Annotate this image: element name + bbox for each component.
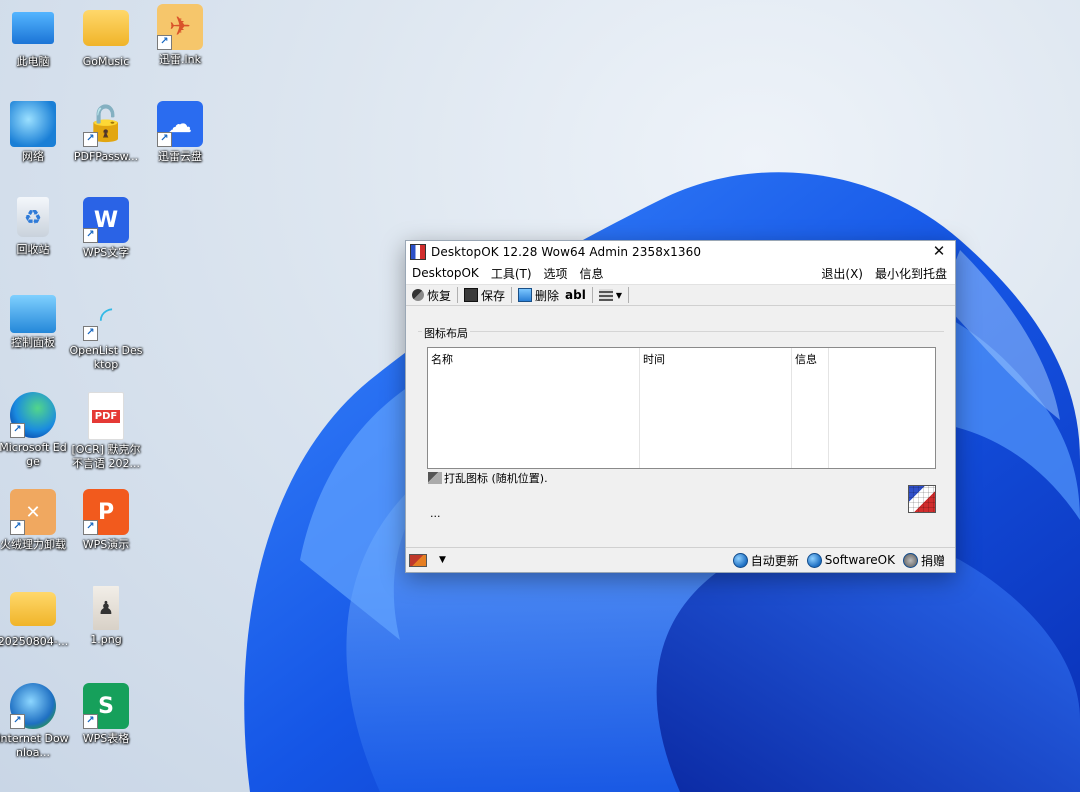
shortcut-arrow-icon: ↗	[10, 423, 25, 438]
desktop-icon-xunlei-cloud[interactable]: ☁ ↗ 迅雷云盘	[143, 101, 217, 164]
donate-link[interactable]: 捐赠	[902, 552, 945, 569]
edge-icon: ↗	[10, 392, 56, 438]
recycle-bin-icon: ♻	[17, 197, 49, 237]
delete-button[interactable]: 删除	[515, 286, 562, 304]
shortcut-arrow-icon: ↗	[83, 326, 98, 341]
desktopok-window: DesktopOK 12.28 Wow64 Admin 2358x1360 ✕ …	[405, 240, 956, 573]
desktop-grid-icon[interactable]	[908, 485, 936, 513]
desktop-icon-microsoft-edge[interactable]: ↗ Microsoft Edge	[0, 392, 70, 469]
desktop-icon-uninstaller[interactable]: ✕ ↗ 火绒理力卸载	[0, 489, 70, 552]
column-info[interactable]: 信息	[792, 348, 829, 468]
desktop-icon-openlist-desktop[interactable]: ◜ ↗ OpenList Desktop	[69, 295, 143, 372]
menu-bar: DesktopOK 工具(T) 选项 信息 退出(X) 最小化到托盘	[406, 262, 955, 285]
shortcut-arrow-icon: ↗	[10, 520, 25, 535]
window-title: DesktopOK 12.28 Wow64 Admin 2358x1360	[431, 244, 702, 259]
shuffle-icon	[428, 472, 442, 484]
shortcut-arrow-icon: ↗	[10, 714, 25, 729]
donate-icon	[902, 552, 918, 568]
column-header-time[interactable]: 时间	[640, 348, 791, 370]
restore-button[interactable]: 恢复	[409, 286, 454, 304]
save-button[interactable]: 保存	[461, 286, 508, 304]
desktop-icon-network[interactable]: 网络	[0, 101, 70, 164]
desktop-icon-recycle-bin[interactable]: ♻ 回收站	[0, 197, 70, 257]
cloud-icon: ☁ ↗	[157, 101, 203, 147]
desktop-icon-wps-presentation[interactable]: P ↗ WPS演示	[69, 489, 143, 552]
menu-options[interactable]: 选项	[538, 265, 574, 282]
desktop-icon-png-file[interactable]: ♟ 1.png	[69, 586, 143, 647]
uninstaller-icon: ✕ ↗	[10, 489, 56, 535]
wps-writer-icon: W ↗	[83, 197, 129, 243]
toolbar-separator	[511, 287, 513, 303]
group-title: 图标布局	[422, 325, 470, 341]
column-header-info[interactable]: 信息	[792, 348, 828, 370]
wps-presentation-icon: P ↗	[83, 489, 129, 535]
column-header-name[interactable]: 名称	[428, 348, 639, 370]
language-flag-icon[interactable]	[409, 553, 427, 567]
shortcut-arrow-icon: ↗	[157, 35, 172, 50]
download-globe-icon: ↗	[10, 683, 56, 729]
list-view-icon	[598, 289, 613, 301]
globe-icon	[806, 552, 822, 568]
network-icon	[10, 101, 56, 147]
image-thumbnail-icon: ♟	[93, 586, 119, 630]
softwareok-link[interactable]: SoftwareOK	[806, 552, 895, 568]
desktop-icon-gomusic[interactable]: GoMusic	[69, 6, 143, 69]
shortcut-arrow-icon: ↗	[83, 520, 98, 535]
delete-icon	[518, 288, 533, 302]
bird-icon: ✈ ↗	[157, 4, 203, 50]
wps-spreadsheet-icon: S ↗	[83, 683, 129, 729]
desktop-icon-pdfpassword[interactable]: 🔓 ↗ PDFPassw...	[69, 101, 143, 164]
toolbar-separator	[628, 287, 630, 303]
monitor-icon	[12, 12, 54, 44]
close-button[interactable]: ✕	[929, 242, 949, 260]
column-time[interactable]: 时间	[640, 348, 792, 468]
folder-icon	[83, 10, 129, 46]
layout-group: 图标布局 名称 时间 信息 打乱图标 (随机位置). ...	[416, 319, 944, 527]
toolbar-separator	[457, 287, 459, 303]
column-name[interactable]: 名称	[428, 348, 640, 468]
menu-minimize-to-tray[interactable]: 最小化到托盘	[869, 265, 953, 282]
layout-list[interactable]: 名称 时间 信息	[427, 347, 936, 469]
restore-brush-icon	[412, 289, 424, 301]
chevron-down-icon: ▼	[615, 290, 623, 300]
openlist-icon: ◜ ↗	[83, 295, 129, 341]
padlock-icon: 🔓 ↗	[83, 101, 129, 147]
shortcut-arrow-icon: ↗	[83, 714, 98, 729]
desktop-icon-this-pc[interactable]: 此电脑	[0, 6, 70, 69]
globe-icon	[732, 552, 748, 568]
desktop-icon-folder-20250804[interactable]: 20250804-...	[0, 586, 70, 649]
desktop-icon-wps-spreadsheet[interactable]: S ↗ WPS表格	[69, 683, 143, 746]
toolbar: 恢复 保存 删除 abl ▼	[406, 285, 955, 306]
menu-tools[interactable]: 工具(T)	[485, 265, 538, 282]
menu-exit[interactable]: 退出(X)	[815, 265, 869, 282]
shuffle-icons-link[interactable]: 打乱图标 (随机位置).	[428, 470, 548, 486]
dropdown-arrow-icon[interactable]: ▼	[439, 555, 446, 565]
desktop-icon-control-panel[interactable]: 控制面板	[0, 295, 70, 350]
toolbar-separator	[591, 287, 593, 303]
status-bar: ▼ 自动更新 SoftwareOK 捐赠	[406, 547, 955, 572]
view-dropdown-button[interactable]: ▼	[596, 286, 625, 304]
desktop-icon-internet-download[interactable]: ↗ Internet Downloa...	[0, 683, 70, 760]
auto-update-link[interactable]: 自动更新	[732, 552, 799, 569]
shortcut-arrow-icon: ↗	[83, 132, 98, 147]
pdf-file-icon: PDF	[88, 392, 124, 440]
menu-desktopok[interactable]: DesktopOK	[406, 266, 485, 280]
title-bar[interactable]: DesktopOK 12.28 Wow64 Admin 2358x1360 ✕	[406, 241, 955, 262]
folder-icon	[10, 592, 56, 626]
group-divider	[418, 331, 944, 332]
menu-info[interactable]: 信息	[574, 265, 610, 282]
shortcut-arrow-icon: ↗	[83, 228, 98, 243]
floppy-disk-icon	[464, 288, 479, 302]
rename-button[interactable]: abl	[562, 286, 589, 304]
more-dots: ...	[430, 507, 441, 520]
shortcut-arrow-icon: ↗	[157, 132, 172, 147]
desktop-icon-xunlei-lnk[interactable]: ✈ ↗ 迅雷.lnk	[143, 4, 217, 67]
desktop-icon-wps-writer[interactable]: W ↗ WPS文字	[69, 197, 143, 260]
desktopok-app-icon	[410, 243, 426, 260]
desktop-icon-ocr-pdf[interactable]: PDF [OCR] 默克尔 不言语 202...	[69, 392, 143, 471]
control-panel-icon	[10, 295, 56, 333]
